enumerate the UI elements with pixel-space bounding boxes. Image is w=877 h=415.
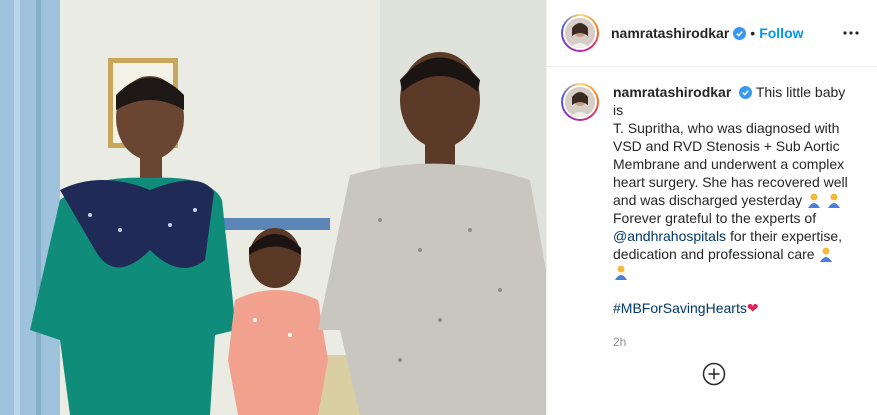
caption-line: heart surgery. She has recovered well (613, 174, 848, 190)
caption-line: Membrane and underwent a complex (613, 156, 845, 172)
avatar-image (565, 87, 595, 117)
heart-emoji-icon: ❤ (746, 300, 759, 316)
verified-badge-icon (739, 86, 753, 99)
folded-hands-emoji-icon (827, 193, 840, 208)
author-avatar[interactable] (561, 14, 599, 52)
caption-username[interactable]: namratashirodkar (613, 84, 731, 100)
separator-dot: • (750, 25, 756, 41)
caption-line: and was discharged yesterday (613, 192, 803, 208)
caption-comment: namratashirodkar This little baby is T. … (547, 67, 877, 351)
folded-hands-emoji-icon (615, 265, 627, 280)
hashtag-line: #MBForSavingHearts❤ (613, 299, 853, 317)
mention-link[interactable]: @andhrahospitals (613, 228, 726, 244)
caption-line: Forever grateful to the experts of (613, 210, 817, 226)
post-side-panel: namratashirodkar • Follow namratashirodk… (546, 0, 877, 415)
caption-text: namratashirodkar This little baby is T. … (613, 83, 853, 351)
plus-circle-icon[interactable] (702, 362, 726, 386)
more-options-icon[interactable] (839, 21, 863, 45)
author-username[interactable]: namratashirodkar (611, 25, 729, 41)
caption-line: T. Supritha, who was diagnosed with (613, 120, 840, 136)
caption-line: VSD and RVD Stenosis + Sub Aortic (613, 138, 840, 154)
post-photo[interactable] (0, 0, 546, 415)
avatar-image (565, 18, 595, 48)
folded-hands-emoji-icon (808, 193, 820, 208)
instagram-post: namratashirodkar • Follow namratashirodk… (0, 0, 877, 415)
caption-line: dedication and professional care (613, 246, 815, 262)
post-header: namratashirodkar • Follow (547, 0, 877, 67)
folded-hands-emoji-icon (820, 247, 833, 262)
hashtag-link[interactable]: #MBForSavingHearts (613, 300, 747, 316)
caption-line: for their expertise, (729, 228, 843, 244)
verified-badge-icon (733, 26, 747, 40)
follow-button[interactable]: Follow (759, 25, 803, 41)
post-timestamp[interactable]: 2h (613, 333, 853, 351)
post-photo-image (0, 0, 546, 415)
caption-author-avatar[interactable] (561, 83, 599, 121)
